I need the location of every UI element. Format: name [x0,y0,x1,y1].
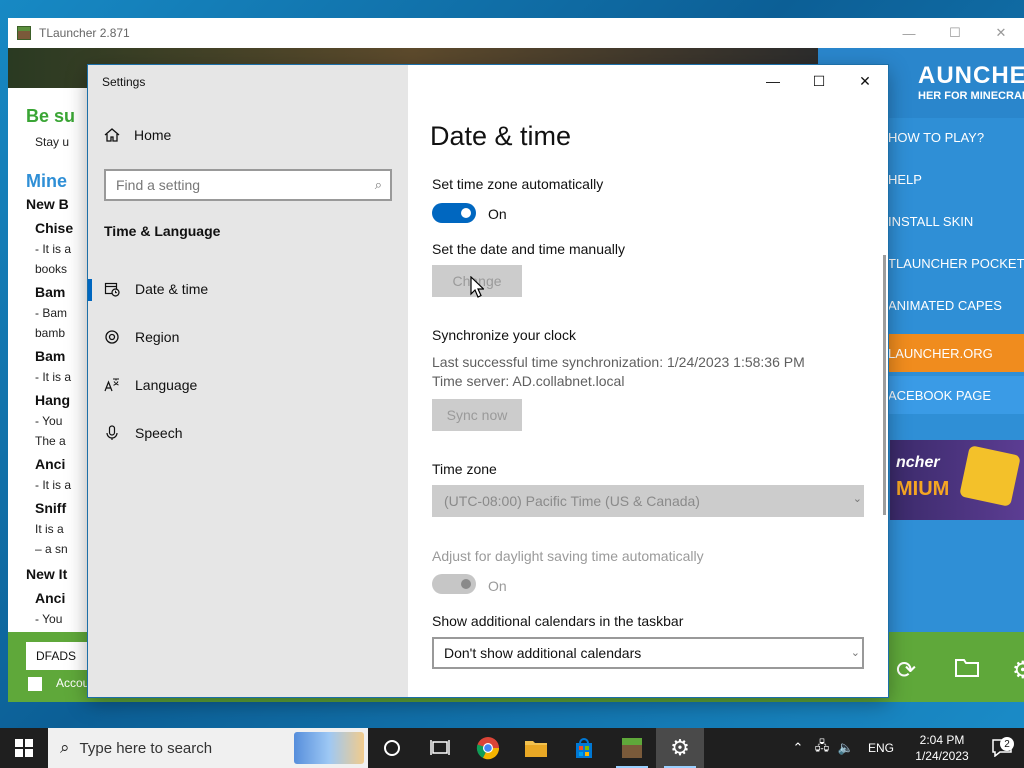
calendars-value: Don't show additional calendars [444,645,642,661]
home-icon [104,128,120,142]
dst-toggle[interactable] [432,574,476,594]
dst-label: Adjust for daylight saving time automati… [432,548,704,564]
windows-logo-icon [15,739,33,757]
cortana-button[interactable] [368,728,416,768]
taskbar-search[interactable]: ⌕ Type here to search [48,728,368,768]
cortana-icon [384,740,400,756]
tz-auto-state: On [488,206,507,222]
taskbar-clock[interactable]: 2:04 PM 1/24/2023 [904,732,980,764]
chevron-up-icon[interactable]: ⌃ [786,740,810,756]
gear-icon: ⚙ [670,735,690,760]
settings-sidebar: Settings Home ⌕ Time & Language Date & t… [88,65,408,697]
timezone-select[interactable]: (UTC-08:00) Pacific Time (US & Canada) ⌄ [432,485,864,517]
folder-icon[interactable] [954,656,980,685]
gear-icon[interactable]: ⚙ [1012,656,1024,685]
nav-label: Date & time [135,281,209,297]
accounts-checkbox[interactable] [28,677,42,691]
language-icon [104,377,120,393]
file-explorer-button[interactable] [512,728,560,768]
taskbar-search-placeholder: Type here to search [79,739,213,757]
search-input[interactable] [116,177,356,193]
maximize-icon[interactable]: ☐ [932,18,978,48]
volume-icon[interactable]: 🔈 [834,740,858,756]
chrome-icon [476,737,500,760]
nav-home[interactable]: Home [104,127,171,143]
settings-search[interactable]: ⌕ [104,169,392,201]
calendars-select[interactable]: Don't show additional calendars ⌄ [432,637,864,669]
clock-date: 1/24/2023 [915,749,969,763]
profile-field[interactable]: DFADS [26,642,96,670]
nav-home-label: Home [134,127,172,143]
system-tray: ⌃ 🖧 🔈 ENG 2:04 PM 1/24/2023 2 [786,728,1024,768]
close-icon[interactable]: ✕ [978,18,1024,48]
settings-content: Date & time Set time zone automatically … [408,65,888,697]
tlauncher-logo-icon [17,26,31,40]
microphone-icon [104,425,120,441]
timezone-value: (UTC-08:00) Pacific Time (US & Canada) [444,493,700,509]
page-title: Date & time [430,121,572,151]
settings-window-title: Settings [102,75,146,89]
settings-taskbar-button[interactable]: ⚙ [656,728,704,768]
nav-label: Language [135,377,198,393]
tlauncher-titlebar: TLauncher 2.871 — ☐ ✕ [8,18,1024,48]
nav-date-time[interactable]: Date & time [88,267,408,311]
nav-label: Region [135,329,180,345]
refresh-icon[interactable]: ⟳ [896,656,916,685]
chevron-down-icon: ⌄ [852,493,862,505]
store-button[interactable] [560,728,608,768]
timezone-label: Time zone [432,461,497,477]
calendars-label: Show additional calendars in the taskbar [432,613,684,629]
action-center-button[interactable]: 2 [980,737,1024,757]
task-view-button[interactable] [416,728,464,768]
premium-banner[interactable]: ncher MIUM [890,440,1024,520]
sync-now-button[interactable]: Sync now [432,399,522,431]
globe-icon [104,329,120,345]
search-highlight-image [294,732,364,764]
content-scrollbar[interactable] [883,255,886,515]
folder-icon [525,741,547,757]
nav-label: Speech [135,425,183,441]
accounts-label: Accou [56,676,90,690]
notification-count: 2 [1000,737,1014,751]
tlauncher-title: TLauncher 2.871 [39,26,130,40]
clock-time: 2:04 PM [919,733,965,747]
brand-subtitle: HER FOR MINECRAFT [918,90,1024,102]
brand-title: AUNCHER [918,62,1024,89]
tlauncher-window-controls: — ☐ ✕ [886,18,1024,48]
taskbar: ⌕ Type here to search ⚙ ⌃ 🖧 🔈 ENG 2:04 P… [0,728,1024,768]
chevron-down-icon: ⌄ [850,647,860,659]
settings-window: Settings Home ⌕ Time & Language Date & t… [88,65,888,697]
manual-label: Set the date and time manually [432,241,626,257]
network-icon[interactable]: 🖧 [810,737,834,759]
tlauncher-taskbar-button[interactable] [608,728,656,768]
dst-state: On [488,578,507,594]
last-sync-text: Last successful time synchronization: 1/… [432,354,805,370]
premium-cube-icon [959,445,1021,507]
sync-heading: Synchronize your clock [432,327,576,343]
premium-text-2: MIUM [896,478,950,500]
nav-region[interactable]: Region [88,315,408,359]
section-heading: Time & Language [104,223,221,239]
tz-auto-toggle[interactable] [432,203,476,223]
minecraft-block-icon [622,738,642,758]
calendar-clock-icon [104,281,120,297]
chrome-button[interactable] [464,728,512,768]
store-icon [576,738,592,758]
input-language[interactable]: ENG [868,741,894,755]
start-button[interactable] [0,728,48,768]
search-icon: ⌕ [374,177,382,192]
time-server-text: Time server: AD.collabnet.local [432,373,625,389]
nav-language[interactable]: Language [88,363,408,407]
search-icon: ⌕ [60,738,70,757]
tz-auto-label: Set time zone automatically [432,176,604,192]
task-view-icon [430,740,450,755]
premium-text: ncher [896,454,940,471]
nav-speech[interactable]: Speech [88,411,408,455]
minimize-icon[interactable]: — [886,18,932,48]
